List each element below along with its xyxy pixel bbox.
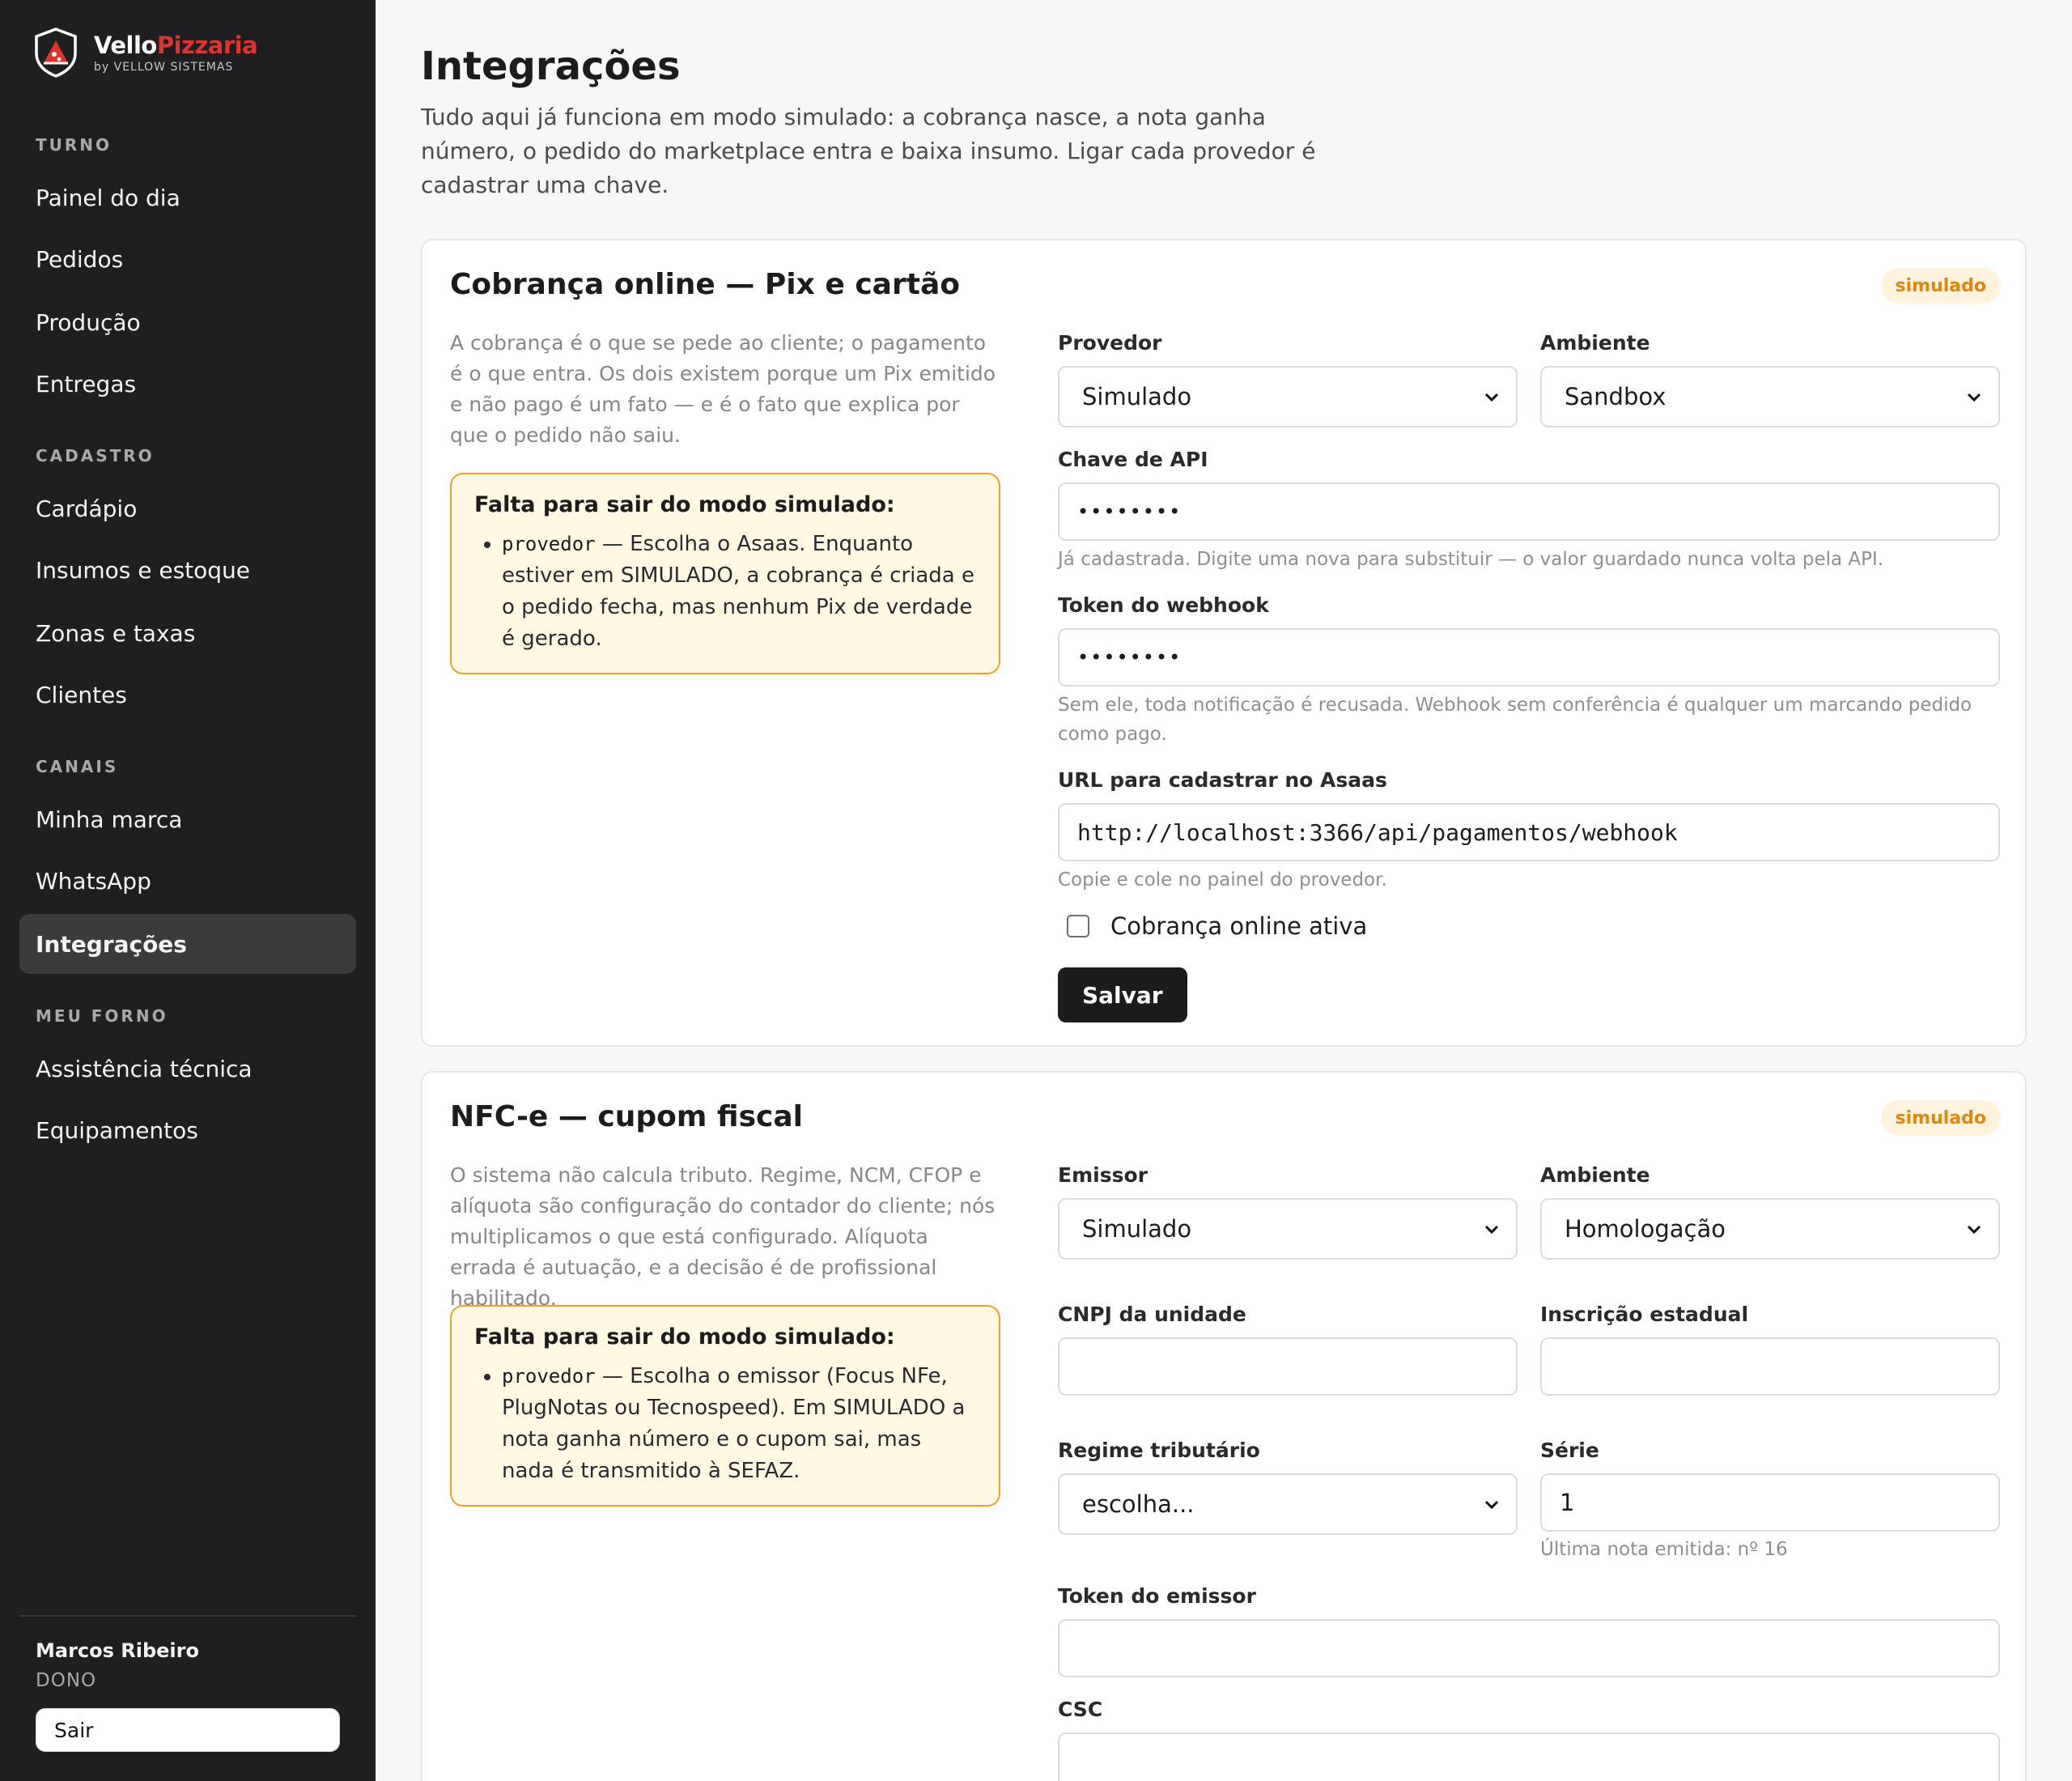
warning-title: Falta para sair do modo simulado: (474, 492, 895, 517)
api-key-label: Chave de API (1058, 448, 1208, 471)
sidebar-item-whatsapp[interactable]: WhatsApp (19, 851, 356, 911)
sidebar-item-painel-do-dia[interactable]: Painel do dia (19, 168, 356, 227)
warning-title: Falta para sair do modo simulado: (474, 1324, 895, 1350)
sidebar: VelloPizzaria by VELLOW SISTEMAS TURNO P… (0, 0, 376, 1781)
api-key-input[interactable]: •••••••• (1058, 482, 2000, 541)
sidebar-item-equipamentos[interactable]: Equipamentos (19, 1100, 356, 1160)
status-badge: simulado (1880, 1100, 2001, 1136)
warning-code: provedor (502, 1365, 596, 1388)
environment-label: Ambiente (1540, 331, 1650, 355)
environment-select[interactable]: Sandbox (1540, 366, 2000, 427)
simulation-warning: Falta para sair do modo simulado: proved… (450, 473, 1000, 674)
api-key-hint: Já cadastrada. Digite uma nova para subs… (1058, 549, 1884, 570)
payment-card-title: Cobrança online — Pix e cartão (450, 268, 960, 301)
emitter-select[interactable]: Simulado (1058, 1198, 1518, 1260)
sidebar-item-cardapio[interactable]: Cardápio (19, 478, 356, 538)
sidebar-divider (19, 1615, 356, 1617)
nfce-card: NFC-e — cupom fiscal simulado O sistema … (421, 1071, 2027, 1781)
section-label-meu-forno: MEU FORNO (36, 1006, 168, 1026)
warning-code: provedor (502, 533, 596, 555)
chevron-down-icon (1484, 1225, 1499, 1235)
page-title: Integrações (421, 44, 681, 89)
sidebar-item-zonas[interactable]: Zonas e taxas (19, 603, 356, 663)
emitter-token-input[interactable] (1058, 1619, 2000, 1677)
payment-card: Cobrança online — Pix e cartão simulado … (421, 239, 2027, 1047)
section-label-cadastro: CADASTRO (36, 446, 155, 465)
state-registration-input[interactable] (1540, 1337, 2000, 1396)
serie-hint: Última nota emitida: nº 16 (1540, 1539, 1788, 1560)
provider-select-value: Simulado (1082, 383, 1192, 410)
serie-label: Série (1540, 1439, 1599, 1462)
nfce-environment-label: Ambiente (1540, 1163, 1650, 1187)
page-description: Tudo aqui já funciona em modo simulado: … (421, 104, 1316, 198)
sidebar-item-pedidos[interactable]: Pedidos (19, 229, 356, 289)
chevron-down-icon (1484, 393, 1499, 402)
warning-item: provedor — Escolha o Asaas. Enquanto est… (502, 529, 976, 655)
webhook-token-hint: Sem ele, toda notificação é recusada. We… (1058, 695, 1972, 745)
brand-logo[interactable]: VelloPizzaria by VELLOW SISTEMAS (34, 28, 258, 78)
serie-input[interactable]: 1 (1540, 1473, 2000, 1532)
tax-regime-select[interactable]: escolha... (1058, 1473, 1518, 1535)
webhook-url-hint: Copie e cole no painel do provedor. (1058, 869, 1387, 890)
brand-subtitle: by VELLOW SISTEMAS (94, 61, 234, 74)
sidebar-item-integracoes[interactable]: Integrações (19, 914, 356, 974)
brand-name: VelloPizzaria (94, 32, 258, 59)
sidebar-item-clientes[interactable]: Clientes (19, 665, 356, 725)
emitter-select-value: Simulado (1082, 1215, 1192, 1243)
state-registration-label: Inscrição estadual (1540, 1303, 1749, 1326)
environment-select-value: Sandbox (1565, 383, 1667, 410)
sidebar-item-minha-marca[interactable]: Minha marca (19, 789, 356, 849)
nfce-environment-select-value: Homologação (1565, 1215, 1726, 1243)
webhook-url-label: URL para cadastrar no Asaas (1058, 768, 1387, 792)
nfce-environment-select[interactable]: Homologação (1540, 1198, 2000, 1260)
online-payment-checkbox[interactable] (1067, 915, 1089, 937)
sidebar-item-assistencia[interactable]: Assistência técnica (19, 1039, 356, 1099)
online-payment-toggle[interactable]: Cobrança online ativa (1067, 912, 1367, 940)
sidebar-item-producao[interactable]: Produção (19, 292, 356, 352)
provider-select[interactable]: Simulado (1058, 366, 1518, 427)
nfce-card-title: NFC-e — cupom fiscal (450, 1100, 803, 1133)
webhook-token-label: Token do webhook (1058, 593, 1269, 617)
user-role: DONO (36, 1670, 97, 1691)
emitter-label: Emissor (1058, 1163, 1148, 1187)
status-badge: simulado (1880, 268, 2001, 304)
sidebar-item-insumos[interactable]: Insumos e estoque (19, 540, 356, 600)
save-button[interactable]: Salvar (1058, 967, 1187, 1022)
payment-description: A cobrança é o que se pede ao cliente; o… (450, 331, 996, 447)
cnpj-input[interactable] (1058, 1337, 1518, 1396)
simulation-warning: Falta para sair do modo simulado: proved… (450, 1305, 1000, 1507)
section-label-turno: TURNO (36, 135, 113, 155)
sidebar-item-entregas[interactable]: Entregas (19, 354, 356, 414)
webhook-token-input[interactable]: •••••••• (1058, 628, 2000, 686)
user-name: Marcos Ribeiro (36, 1639, 199, 1662)
chevron-down-icon (1967, 1225, 1981, 1235)
tax-regime-select-value: escolha... (1082, 1490, 1195, 1518)
csc-label: CSC (1058, 1698, 1103, 1721)
logout-button[interactable]: Sair (36, 1708, 340, 1752)
chevron-down-icon (1967, 393, 1981, 402)
chevron-down-icon (1484, 1500, 1499, 1510)
tax-regime-label: Regime tributário (1058, 1439, 1260, 1462)
emitter-token-label: Token do emissor (1058, 1584, 1256, 1608)
csc-input[interactable] (1058, 1732, 2000, 1781)
nfce-description: O sistema não calcula tributo. Regime, N… (450, 1163, 996, 1310)
section-label-canais: CANAIS (36, 757, 119, 776)
pizza-shield-icon (35, 28, 77, 78)
online-payment-checkbox-label: Cobrança online ativa (1110, 912, 1368, 940)
cnpj-label: CNPJ da unidade (1058, 1303, 1246, 1326)
warning-item: provedor — Escolha o emissor (Focus NFe,… (502, 1361, 976, 1487)
webhook-url-field[interactable]: http://localhost:3366/api/pagamentos/web… (1058, 803, 2000, 861)
provider-label: Provedor (1058, 331, 1162, 355)
